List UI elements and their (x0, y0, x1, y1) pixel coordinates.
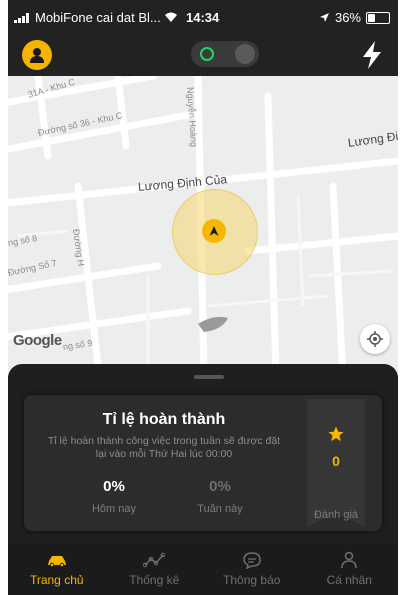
battery-percent: 36% (334, 10, 361, 25)
current-location-marker (202, 219, 226, 243)
nav-label: Cá nhân (326, 573, 372, 587)
app-bar (8, 34, 398, 76)
nav-label: Thông báo (223, 573, 281, 587)
nav-label: Trang chủ (29, 573, 84, 587)
stat-week: 0% Tuần này (170, 478, 270, 515)
bottom-nav: Trang chủ Thống kê Thông báo Cá nhân (8, 544, 398, 595)
person-icon (30, 48, 44, 63)
stat-today-value: 0% (103, 478, 125, 495)
nav-item-stats[interactable]: Thống kê (106, 544, 204, 595)
toggle-knob (235, 44, 255, 64)
card-title: Tỉ lệ hoàn thành (102, 411, 226, 428)
crosshair-icon (367, 331, 383, 347)
battery-icon (366, 11, 390, 24)
nav-label: Thống kê (129, 573, 180, 587)
lightning-icon[interactable] (360, 40, 384, 70)
stats-icon (143, 552, 166, 568)
online-status-toggle[interactable] (191, 41, 259, 67)
stat-today: 0% Hôm nay (64, 478, 164, 515)
app-screen: MobiFone cai dat Bl... 14:34 36% 31A - K… (8, 0, 398, 595)
wifi-icon (164, 12, 177, 22)
car-icon (47, 556, 66, 568)
profile-button[interactable] (22, 40, 52, 70)
completion-rate-card: Tỉ lệ hoàn thành Tỉ lệ hoàn thành công v… (24, 395, 382, 531)
rating-ribbon: 0 (307, 399, 365, 527)
signal-icon (14, 12, 29, 23)
carrier-name: MobiFone cai dat Bl... (35, 10, 161, 25)
nav-item-profile[interactable]: Cá nhân (301, 544, 399, 595)
star-icon (328, 426, 344, 442)
stat-today-label: Hôm nay (91, 503, 137, 515)
sheet-drag-handle[interactable] (194, 375, 224, 379)
stat-week-value: 0% (209, 478, 231, 495)
my-location-button[interactable] (360, 324, 390, 354)
map-view[interactable]: 31A - Khu C Đường số 36 - Khu C Nguyễn H… (8, 76, 398, 376)
location-arrow-icon (319, 13, 329, 22)
navigation-arrow-icon (209, 226, 219, 236)
nav-item-home[interactable]: Trang chủ (8, 544, 106, 595)
chat-icon (242, 552, 261, 569)
person-icon (341, 551, 357, 569)
online-indicator-icon (200, 47, 214, 61)
status-time: 14:34 (186, 10, 220, 25)
bottom-sheet: Tỉ lệ hoàn thành Tỉ lệ hoàn thành công v… (8, 364, 398, 544)
rating-value: 0 (332, 453, 340, 469)
nav-item-notifications[interactable]: Thông báo (203, 544, 301, 595)
status-bar: MobiFone cai dat Bl... 14:34 36% (8, 0, 398, 34)
card-description: Tỉ lệ hoàn thành công việc trong tuần sẽ… (47, 435, 281, 460)
google-logo: Google (13, 332, 62, 349)
rating-label: Đánh giá (313, 509, 359, 521)
stat-week-label: Tuần này (197, 503, 243, 515)
